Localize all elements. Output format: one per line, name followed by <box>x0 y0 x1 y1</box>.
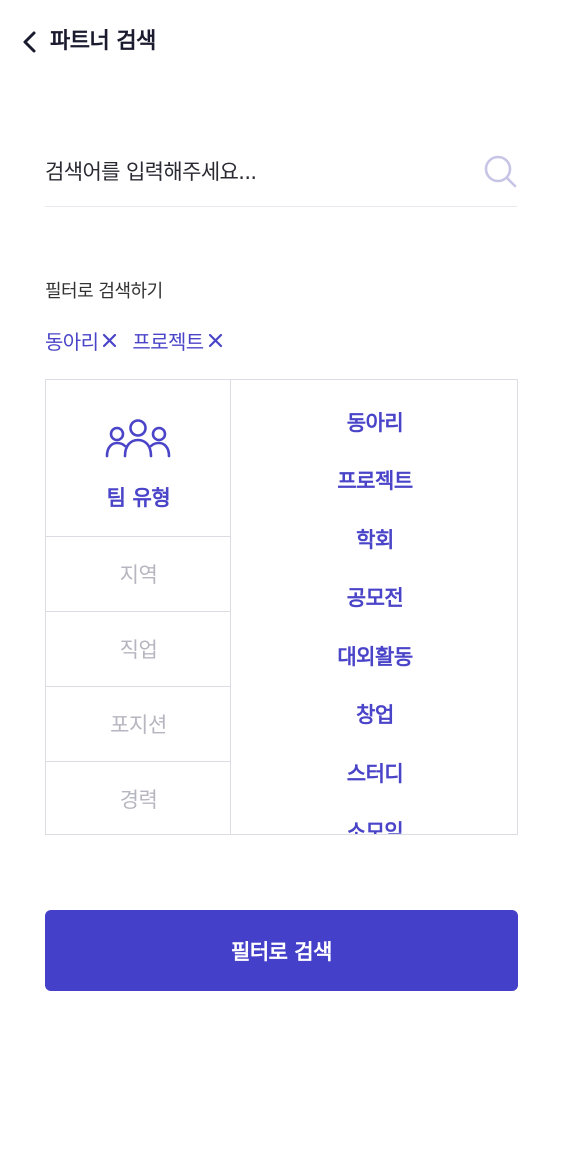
filter-chip[interactable]: 프로젝트 <box>132 326 225 355</box>
filter-section-label: 필터로 검색하기 <box>45 281 163 302</box>
header: 파트너 검색 <box>0 0 563 84</box>
filter-panel: 팀 유형 지역 직업 포지션 경력 동아리 프로젝트 학회 공모전 대외활동 창… <box>45 379 518 835</box>
category-job[interactable]: 직업 <box>46 612 231 687</box>
filter-chip[interactable]: 동아리 <box>45 326 120 355</box>
option-startup[interactable]: 창업 <box>232 694 517 734</box>
option-study[interactable]: 스터디 <box>232 753 517 793</box>
search-bar <box>45 140 517 207</box>
close-icon[interactable] <box>100 330 120 350</box>
category-team-type[interactable]: 팀 유형 <box>46 380 231 537</box>
category-career[interactable]: 경력 <box>46 762 231 834</box>
option-project[interactable]: 프로젝트 <box>232 460 517 500</box>
filter-chip-label: 동아리 <box>45 329 99 354</box>
option-academic-society[interactable]: 학회 <box>232 519 517 559</box>
filter-category-list: 팀 유형 지역 직업 포지션 경력 <box>46 380 231 834</box>
chevron-left-icon <box>23 31 36 53</box>
search-button[interactable] <box>481 152 521 192</box>
page-title: 파트너 검색 <box>50 29 156 54</box>
people-group-icon <box>105 419 171 458</box>
category-position[interactable]: 포지션 <box>46 687 231 762</box>
option-small-group[interactable]: 소모임 <box>232 811 517 834</box>
search-input[interactable] <box>45 152 465 192</box>
option-club[interactable]: 동아리 <box>232 402 517 442</box>
back-button[interactable] <box>18 28 44 56</box>
category-label: 팀 유형 <box>106 486 171 510</box>
search-icon <box>484 155 517 188</box>
selected-filter-chips: 동아리 프로젝트 <box>45 324 238 356</box>
close-icon[interactable] <box>206 330 226 350</box>
filter-search-button[interactable]: 필터로 검색 <box>45 910 518 991</box>
category-region[interactable]: 지역 <box>46 537 231 612</box>
filter-option-list: 동아리 프로젝트 학회 공모전 대외활동 창업 스터디 소모임 <box>232 380 517 834</box>
option-external-activity[interactable]: 대외활동 <box>232 636 517 676</box>
filter-chip-label: 프로젝트 <box>132 329 204 354</box>
option-contest[interactable]: 공모전 <box>232 577 517 617</box>
